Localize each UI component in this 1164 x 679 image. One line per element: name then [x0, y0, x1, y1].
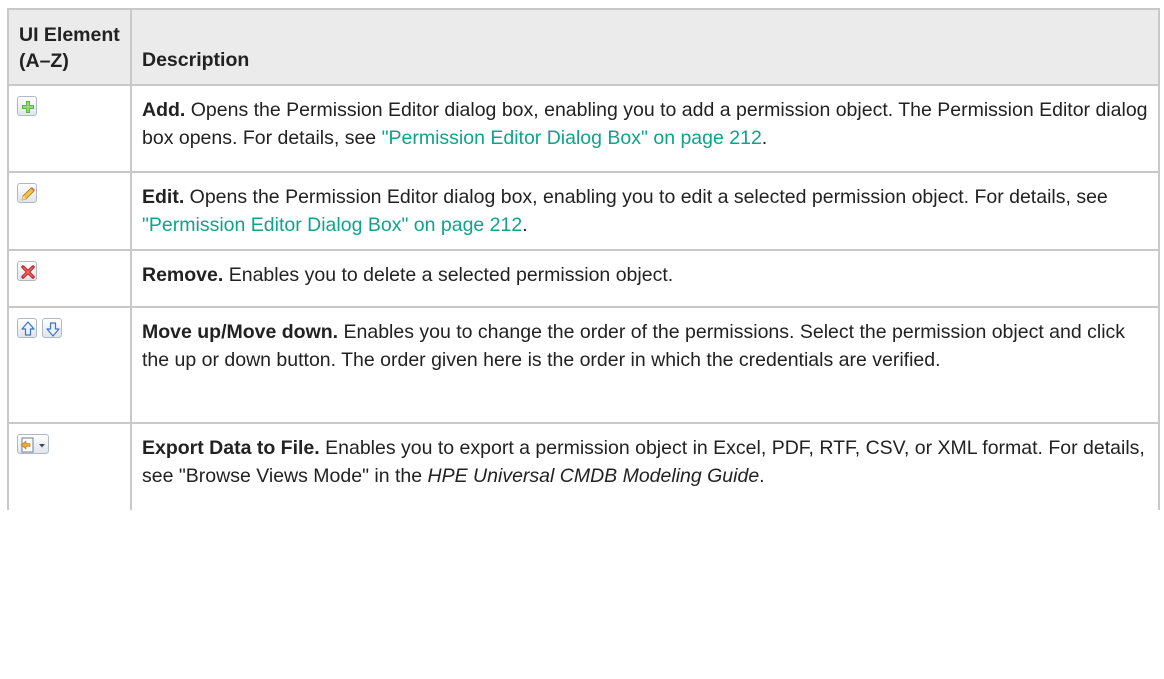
guide-title: HPE Universal CMDB Modeling Guide — [427, 465, 760, 487]
permission-editor-link[interactable]: "Permission Editor Dialog Box" on page 2… — [142, 214, 522, 236]
icon-cell — [7, 249, 132, 308]
ui-element-table: UI Element (A–Z) Description Add. Opens … — [7, 8, 1160, 510]
table-row: Edit. Opens the Permission Editor dialog… — [7, 171, 1160, 251]
move-down-icon — [42, 318, 62, 338]
edit-icon — [17, 183, 37, 203]
table-header-row: UI Element (A–Z) Description — [7, 8, 1160, 86]
column-header-ui-element: UI Element (A–Z) — [7, 8, 132, 86]
add-icon — [17, 96, 37, 116]
remove-icon — [17, 261, 37, 281]
row-text-end: . — [522, 214, 528, 236]
row-title: Move up/Move down. — [142, 321, 339, 343]
row-title: Add. — [142, 99, 186, 121]
table-row: Remove. Enables you to delete a selected… — [7, 249, 1160, 308]
icon-cell — [7, 306, 132, 424]
row-text: Opens the Permission Editor dialog box, … — [184, 186, 1108, 208]
row-text: Enables you to delete a selected permiss… — [223, 264, 674, 286]
description-cell: Export Data to File. Enables you to expo… — [130, 422, 1160, 510]
column-header-description: Description — [130, 8, 1160, 86]
row-text-end: . — [759, 465, 765, 487]
permission-editor-link[interactable]: "Permission Editor Dialog Box" on page 2… — [382, 127, 762, 149]
row-text-end: . — [761, 127, 768, 149]
row-title: Export Data to File. — [142, 437, 320, 459]
table-row: Export Data to File. Enables you to expo… — [7, 422, 1160, 510]
row-title: Edit. — [142, 186, 185, 208]
icon-cell — [7, 171, 132, 251]
description-cell: Move up/Move down. Enables you to change… — [130, 306, 1160, 424]
description-cell: Remove. Enables you to delete a selected… — [130, 249, 1160, 308]
row-title: Remove. — [142, 264, 224, 286]
icon-cell — [7, 84, 132, 173]
description-cell: Edit. Opens the Permission Editor dialog… — [130, 171, 1160, 251]
table-row: Add. Opens the Permission Editor dialog … — [7, 84, 1160, 173]
move-up-icon — [17, 318, 37, 338]
icon-cell — [7, 422, 132, 510]
table-row: Move up/Move down. Enables you to change… — [7, 306, 1160, 424]
export-icon — [17, 434, 49, 454]
description-cell: Add. Opens the Permission Editor dialog … — [130, 84, 1160, 173]
